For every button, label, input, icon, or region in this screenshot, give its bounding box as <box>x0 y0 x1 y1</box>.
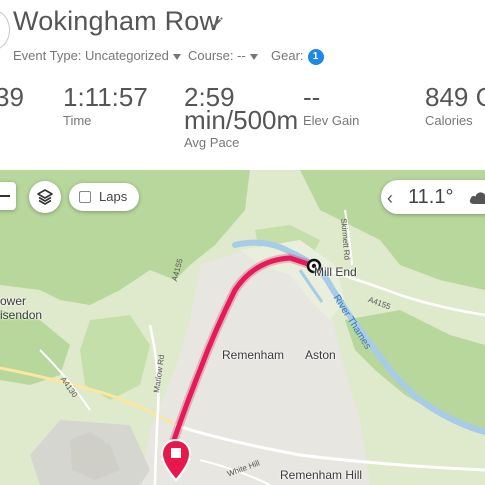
gear-control[interactable]: Gear: 1 <box>271 48 324 65</box>
cloud-icon <box>469 192 485 204</box>
chevron-down-icon <box>249 53 258 60</box>
chevron-left-icon[interactable]: ‹ <box>387 181 393 215</box>
stat-time-value: 1:11:57 <box>63 82 148 112</box>
route-start-pin-icon[interactable] <box>160 438 192 485</box>
place-aston: Aston <box>305 348 336 362</box>
course-dropdown[interactable]: Course: -- <box>188 48 258 63</box>
chevron-down-icon <box>172 53 181 60</box>
event-type-dropdown[interactable]: Event Type: Uncategorized <box>13 48 181 63</box>
temperature-value: 11.1° <box>408 186 454 208</box>
laps-checkbox[interactable] <box>79 191 91 203</box>
zoom-out-button[interactable] <box>0 182 16 210</box>
avatar[interactable] <box>0 10 10 50</box>
course-label: Course: -- <box>188 48 246 63</box>
edit-pencil-icon[interactable] <box>210 16 224 30</box>
laps-toggle[interactable]: Laps <box>69 183 140 211</box>
gear-count-badge[interactable]: 1 <box>307 48 324 65</box>
laps-label: Laps <box>99 189 128 204</box>
event-type-label: Event Type: Uncategorized <box>13 48 169 63</box>
stat-calories-value: 849 C <box>425 82 485 112</box>
minus-icon <box>0 195 10 197</box>
stat-distance-value: 39 <box>0 82 24 112</box>
activity-title: Wokingham Row <box>13 6 220 36</box>
place-hower: ower <box>0 294 27 308</box>
layers-icon <box>37 189 53 205</box>
gear-label: Gear: <box>271 48 304 63</box>
map-layers-button[interactable] <box>29 181 61 213</box>
place-remenham-hill: Remenham Hill <box>280 468 363 482</box>
stat-elev-value: -- <box>303 82 321 112</box>
map-canvas <box>0 170 485 485</box>
place-mill-end: Mill End <box>314 265 357 279</box>
stat-time-label: Time <box>63 113 92 128</box>
stat-elev-label: Elev Gain <box>303 113 360 128</box>
place-remenham: Remenham <box>222 348 285 362</box>
stat-pace-unit: min/500m <box>184 105 299 135</box>
weather-widget[interactable]: ‹ 11.1° <box>381 180 485 214</box>
route-map[interactable]: Mill End Remenham Aston Remenham Hill ow… <box>0 170 485 485</box>
stat-calories-label: Calories <box>425 113 473 128</box>
place-isendon: isendon <box>0 308 43 322</box>
stat-pace-label: Avg Pace <box>184 135 240 150</box>
